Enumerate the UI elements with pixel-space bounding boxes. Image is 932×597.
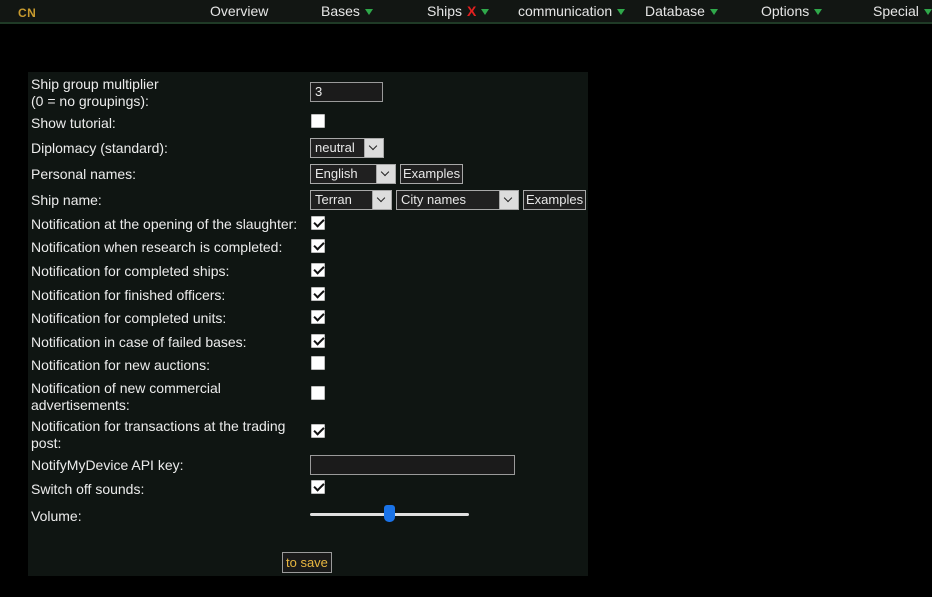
- notify-auctions-checkbox[interactable]: [311, 356, 325, 370]
- notify-slaughter-label: Notification at the opening of the slaug…: [31, 216, 298, 232]
- notify-auctions-label: Notification for new auctions:: [31, 357, 210, 373]
- chevron-down-icon: [376, 165, 395, 183]
- nav-special[interactable]: Special: [873, 3, 932, 19]
- sounds-off-checkbox[interactable]: [311, 480, 325, 494]
- nav-options-label: Options: [761, 3, 810, 19]
- sounds-off-label: Switch off sounds:: [31, 481, 145, 497]
- nav-bases[interactable]: Bases: [321, 3, 373, 19]
- notify-trading-label-line1: Notification for transactions at the tra…: [31, 418, 286, 434]
- ship-name-race-value: Terran: [315, 192, 352, 207]
- nav-database[interactable]: Database: [645, 3, 718, 19]
- group-multiplier-label-line2: (0 = no groupings):: [31, 93, 149, 109]
- notify-ships-checkbox[interactable]: [311, 263, 325, 277]
- personal-names-select-value: English: [315, 166, 358, 181]
- ship-name-label: Ship name:: [31, 192, 102, 208]
- volume-label: Volume:: [31, 508, 82, 524]
- notify-failed-bases-checkbox[interactable]: [311, 334, 325, 348]
- tutorial-label: Show tutorial:: [31, 115, 116, 131]
- nav-bases-label: Bases: [321, 3, 360, 19]
- nav-communication[interactable]: communication: [518, 3, 626, 19]
- volume-slider-thumb[interactable]: [384, 505, 395, 522]
- nav-overview[interactable]: Overview: [210, 3, 268, 19]
- diplomacy-select[interactable]: neutral: [310, 138, 384, 158]
- notify-failed-bases-label: Notification in case of failed bases:: [31, 334, 247, 350]
- notify-trading-label: Notification for transactions at the tra…: [31, 418, 285, 452]
- ship-name-type-select[interactable]: City names: [396, 190, 519, 210]
- ship-name-race-select[interactable]: Terran: [310, 190, 392, 210]
- chevron-down-icon: [709, 9, 718, 16]
- notify-ads-label-line2: advertisements:: [31, 397, 130, 413]
- notify-officers-checkbox[interactable]: [311, 287, 325, 301]
- personal-names-label: Personal names:: [31, 166, 137, 182]
- nav-ships-label: Ships: [427, 3, 463, 19]
- diplomacy-label: Diplomacy (standard):: [31, 140, 168, 156]
- notify-ads-label-line1: Notification of new commercial: [31, 380, 221, 396]
- chevron-down-icon: [814, 9, 823, 16]
- chevron-down-icon: [481, 9, 490, 16]
- chevron-down-icon: [372, 191, 391, 209]
- notify-units-checkbox[interactable]: [311, 310, 325, 324]
- notify-ads-label: Notification of new commercial advertise…: [31, 380, 221, 414]
- ship-name-type-value: City names: [401, 192, 467, 207]
- chevron-down-icon: [364, 9, 373, 16]
- nav-communication-label: communication: [518, 3, 613, 19]
- save-button[interactable]: to save: [282, 552, 332, 573]
- personal-names-select[interactable]: English: [310, 164, 396, 184]
- notify-units-label: Notification for completed units:: [31, 310, 227, 326]
- group-multiplier-label-line1: Ship group multiplier: [31, 76, 159, 92]
- chevron-down-icon: [923, 9, 932, 16]
- nav-overview-label: Overview: [210, 3, 269, 19]
- notify-ads-checkbox[interactable]: [311, 386, 325, 400]
- notify-ships-label: Notification for completed ships:: [31, 263, 230, 279]
- chevron-down-icon: [617, 9, 626, 16]
- notify-trading-label-line2: post:: [31, 435, 62, 451]
- api-key-label: NotifyMyDevice API key:: [31, 457, 184, 473]
- notify-officers-label: Notification for finished officers:: [31, 287, 226, 303]
- notify-research-checkbox[interactable]: [311, 239, 325, 253]
- notify-research-label: Notification when research is completed:: [31, 239, 283, 255]
- tutorial-checkbox[interactable]: [311, 114, 325, 128]
- api-key-input[interactable]: [310, 455, 515, 475]
- group-multiplier-label: Ship group multiplier (0 = no groupings)…: [31, 76, 159, 110]
- nav-options[interactable]: Options: [761, 3, 823, 19]
- top-navigation-bar: CN Overview Bases Ships X communication D…: [0, 0, 932, 24]
- nav-database-label: Database: [645, 3, 705, 19]
- notify-slaughter-checkbox[interactable]: [311, 216, 325, 230]
- personal-names-examples-button[interactable]: Examples: [400, 164, 464, 184]
- nav-special-label: Special: [873, 3, 919, 19]
- notify-trading-checkbox[interactable]: [311, 424, 325, 438]
- nav-ships[interactable]: Ships X: [427, 3, 490, 19]
- diplomacy-select-value: neutral: [315, 140, 355, 155]
- logo[interactable]: CN: [18, 6, 36, 20]
- alert-x-icon: X: [467, 3, 477, 19]
- settings-panel: Ship group multiplier (0 = no groupings)…: [28, 72, 588, 576]
- ship-name-examples-button[interactable]: Examples: [523, 190, 587, 210]
- chevron-down-icon: [499, 191, 518, 209]
- group-multiplier-input[interactable]: 3: [310, 82, 383, 102]
- chevron-down-icon: [364, 139, 383, 157]
